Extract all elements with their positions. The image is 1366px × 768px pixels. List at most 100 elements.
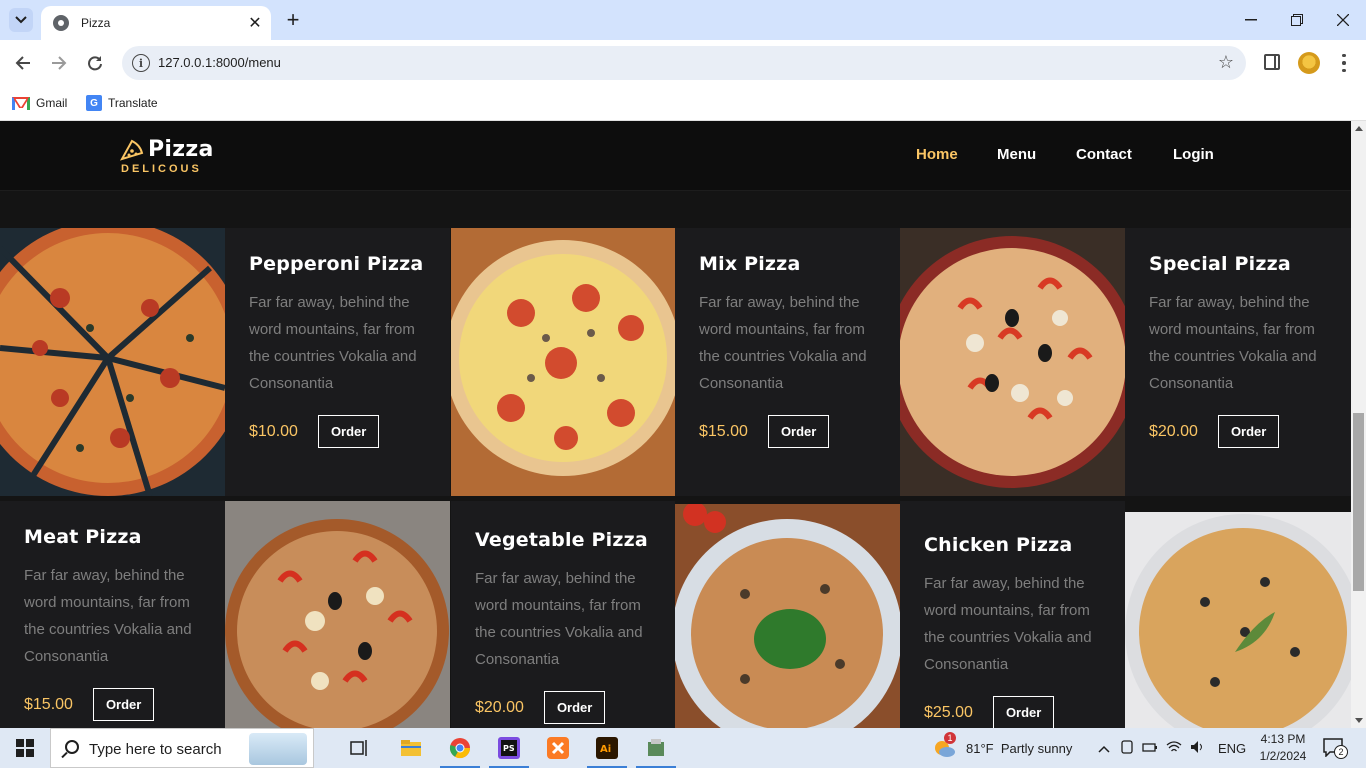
tab-title: Pizza <box>81 16 111 30</box>
order-button[interactable]: Order <box>92 688 155 721</box>
battery-icon[interactable] <box>1142 741 1158 756</box>
windows-start-icon[interactable] <box>16 739 34 757</box>
pizza-image-mix <box>451 228 675 496</box>
task-view-icon[interactable] <box>340 732 380 764</box>
weather-widget[interactable]: 1 81°F Partly sunny <box>932 728 1072 768</box>
item-description: Far far away, behind the word mountains,… <box>249 294 417 392</box>
pizza-image-pepperoni <box>0 228 225 496</box>
bookmark-star-icon[interactable]: ☆ <box>1218 52 1234 73</box>
volume-icon[interactable] <box>1190 740 1206 757</box>
site-info-icon[interactable]: i <box>132 54 150 72</box>
order-button[interactable]: Order <box>317 415 380 448</box>
bookmark-label: Gmail <box>36 96 68 110</box>
svg-text:PS: PS <box>503 744 515 753</box>
order-button[interactable]: Order <box>1217 415 1280 448</box>
reload-icon <box>88 56 102 71</box>
pizza-image-vegetable <box>675 504 900 728</box>
item-description: Far far away, behind the word mountains,… <box>1149 294 1317 392</box>
item-name: Pepperoni Pizza <box>249 253 424 275</box>
scrollbar-thumb[interactable] <box>1353 413 1364 591</box>
item-price: $10.00 <box>249 422 298 440</box>
menu-item-card: Meat Pizza Far far away, behind the word… <box>0 501 225 728</box>
url-text: 127.0.0.1:8000/menu <box>158 55 281 70</box>
pizza-image-meat <box>225 501 450 728</box>
language-indicator[interactable]: ENG <box>1218 741 1246 756</box>
restore-icon <box>1291 14 1303 26</box>
search-icon <box>65 740 79 754</box>
nav-login[interactable]: Login <box>1173 146 1214 163</box>
nav-contact[interactable]: Contact <box>1076 146 1132 163</box>
search-placeholder: Type here to search <box>89 741 222 758</box>
browser-menu-icon[interactable] <box>1336 52 1352 74</box>
scroll-up-icon[interactable] <box>1355 126 1363 131</box>
nav-menu[interactable]: Menu <box>997 146 1036 163</box>
forward-button[interactable] <box>44 48 74 78</box>
site-logo[interactable]: Pizza DELICOUS <box>120 135 220 179</box>
close-window-button[interactable] <box>1320 0 1366 40</box>
site-header: Pizza DELICOUS Home Menu Contact Login <box>0 121 1351 191</box>
browser-tab[interactable]: Pizza ✕ <box>41 6 271 40</box>
chevron-up-icon[interactable] <box>1098 741 1110 756</box>
close-icon <box>1337 14 1349 26</box>
item-name: Mix Pizza <box>699 253 801 275</box>
svg-text:Ai: Ai <box>600 744 611 755</box>
arrow-right-icon <box>52 56 67 70</box>
file-explorer-icon[interactable] <box>391 732 431 764</box>
order-button[interactable]: Order <box>767 415 830 448</box>
taskbar-search[interactable]: Type here to search <box>50 728 314 768</box>
gmail-icon <box>12 96 30 110</box>
tray-icons: ENG <box>1098 728 1246 768</box>
clock-date: 1/2/2024 <box>1259 749 1307 763</box>
weather-text: 81°F Partly sunny <box>966 740 1073 756</box>
item-description: Far far away, behind the word mountains,… <box>924 575 1092 673</box>
minimize-icon <box>1245 19 1257 21</box>
pizza-image-special <box>900 228 1125 496</box>
item-description: Far far away, behind the word mountains,… <box>475 570 643 668</box>
translate-icon: G <box>86 95 102 111</box>
profile-avatar[interactable] <box>1298 52 1320 74</box>
notifications-button[interactable]: 2 <box>1322 737 1348 759</box>
bookmarks-bar: Gmail G Translate <box>0 85 1366 121</box>
bookmark-gmail[interactable]: Gmail <box>12 93 67 113</box>
bookmark-label: Translate <box>108 96 158 110</box>
clock[interactable]: 4:13 PM 1/2/2024 <box>1258 731 1308 765</box>
illustrator-icon[interactable]: Ai <box>587 732 627 768</box>
clock-time: 4:13 PM <box>1260 732 1306 746</box>
xampp-icon[interactable] <box>538 732 578 764</box>
back-button[interactable] <box>8 48 38 78</box>
item-price: $15.00 <box>24 695 73 713</box>
item-description: Far far away, behind the word mountains,… <box>699 294 867 392</box>
item-price: $20.00 <box>475 698 524 716</box>
tab-search-button[interactable] <box>9 8 33 32</box>
restore-button[interactable] <box>1274 0 1320 40</box>
arrow-left-icon <box>15 56 30 70</box>
menu-item-card: Vegetable Pizza Far far away, behind the… <box>451 501 675 728</box>
pizza-image-chicken <box>1125 512 1351 728</box>
reload-button[interactable] <box>80 48 110 78</box>
bookmark-translate[interactable]: G Translate <box>86 93 158 113</box>
chrome-icon[interactable] <box>440 732 480 768</box>
app-icon[interactable] <box>636 732 676 768</box>
logo-name: Pizza <box>148 137 214 162</box>
menu-item-card: Pepperoni Pizza Far far away, behind the… <box>225 228 450 496</box>
new-tab-button[interactable]: + <box>281 7 305 32</box>
search-highlight-image <box>249 733 307 765</box>
scroll-down-icon[interactable] <box>1355 718 1363 723</box>
order-button[interactable]: Order <box>543 691 606 724</box>
meet-icon[interactable] <box>1120 739 1134 757</box>
item-name: Vegetable Pizza <box>475 529 648 551</box>
windows-taskbar: Type here to search PS Ai 1 81°F Partly … <box>0 728 1366 768</box>
page-viewport: Pizza DELICOUS Home Menu Contact Login P… <box>0 121 1351 728</box>
address-bar[interactable]: i 127.0.0.1:8000/menu ☆ <box>122 46 1246 80</box>
browser-tab-strip: Pizza ✕ + <box>0 0 1366 40</box>
item-description: Far far away, behind the word mountains,… <box>24 567 192 665</box>
item-name: Meat Pizza <box>24 526 142 548</box>
side-panel-icon[interactable] <box>1264 54 1280 70</box>
minimize-button[interactable] <box>1228 0 1274 40</box>
nav-home[interactable]: Home <box>916 146 958 163</box>
wifi-icon[interactable] <box>1166 740 1182 757</box>
close-tab-icon[interactable]: ✕ <box>245 13 265 33</box>
order-button[interactable]: Order <box>992 696 1055 728</box>
page-scrollbar[interactable] <box>1351 121 1366 728</box>
phpstorm-icon[interactable]: PS <box>489 732 529 768</box>
